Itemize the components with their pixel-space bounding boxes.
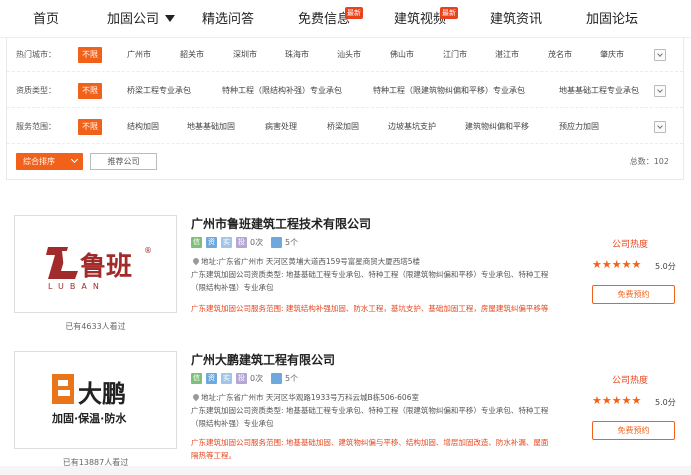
nav-selected-qa[interactable]: 精选问答 [202,0,254,38]
company-address: 地址:广东省广州市 天河区华观路1933号万科云城B栋506-606室 [201,393,419,402]
free-appointment-button[interactable]: 免费预约 [592,285,675,304]
location-pin-icon [191,256,201,266]
company-qualification: 广东建筑加固公司资质类型: 地基基础工程专业承包、特种工程（限建筑物纠偏和平移）… [191,406,549,428]
filter-option-city[interactable]: 湛江市 [495,38,519,72]
filter-option-qualification[interactable]: 桥梁工程专业承包 [127,74,191,108]
company-logo[interactable]: 大鹏 加固·保温·防水 [14,351,177,449]
filter-option-service[interactable]: 预应力加固 [559,110,599,144]
filter-option-service[interactable]: 结构加固 [127,110,159,144]
expand-toggle-icon[interactable] [654,85,666,97]
filter-row-service: 服务范围： 不限 结构加固 地基基础加固 病害处理 桥梁加固 边坡基坑支护 建筑… [7,110,683,144]
rating-score: 5.0分 [655,262,676,271]
company-card: 鲁班 ® LUBAN 已有4633人看过 广州市鲁班建筑工程技术有限公司 信 资… [14,215,680,345]
case-count: 0次 [250,238,264,247]
company-service-scope: 广东建筑加固公司服务范围: 地基基础加固、建筑物纠偏与平移、结构加固、增层加固改… [191,438,549,460]
filter-option-city[interactable]: 佛山市 [390,38,414,72]
registered-mark: ® [144,246,152,255]
company-name-link[interactable]: 广州大鹏建筑工程有限公司 [191,351,335,368]
filter-row-qualification: 资质类型： 不限 桥梁工程专业承包 特种工程（限结构补强）专业承包 特种工程（限… [7,74,683,108]
nav-home[interactable]: 首页 [33,0,59,38]
nav-reinforcement-forum[interactable]: 加固论坛 [586,0,638,38]
nav-reinforcement-companies[interactable]: 加固公司 [107,0,176,38]
project-count: 5个 [285,238,299,247]
luban-logo-icon: 鲁班 ® LUBAN [46,246,152,291]
filter-option-service[interactable]: 边坡基坑支护 [388,110,436,144]
nav-building-news[interactable]: 建筑资讯 [490,0,542,38]
heat-label: 公司热度 [612,376,649,386]
filter-option-unlimited[interactable]: 不限 [78,119,102,135]
new-badge: 最新 [440,7,458,19]
company-card: 大鹏 加固·保温·防水 已有13887人看过 广州大鹏建筑工程有限公司 信 资 … [14,351,680,475]
dapeng-logo-icon: 大鹏 加固·保温·防水 [51,374,127,425]
filter-option-city[interactable]: 肇庆市 [600,38,624,72]
bid-badge: 投 [236,373,247,384]
company-address: 地址:广东省广州市 天河区黄埔大道西159号富星商贸大厦西塔5楼 [201,257,420,266]
filter-option-service[interactable]: 建筑物纠偏和平移 [465,110,529,144]
verified-badge: 实 [221,237,232,248]
filter-option-city[interactable]: 江门市 [443,38,467,72]
logo-subtext: LUBAN [48,282,105,291]
filter-option-city[interactable]: 广州市 [127,38,151,72]
project-icon [271,373,282,384]
filter-row-city: 热门城市： 不限 广州市 韶关市 深圳市 珠海市 汕头市 佛山市 江门市 湛江市… [7,38,683,72]
rating-stars: ★★★★★ [592,258,642,271]
filter-option-service[interactable]: 桥梁加固 [327,110,359,144]
verified-badge: 实 [221,373,232,384]
bid-badge: 投 [236,237,247,248]
chevron-down-icon [165,15,176,22]
company-qualification: 广东建筑加固公司资质类型: 地基基础工程专业承包、特种工程（限建筑物纠偏和平移）… [191,270,549,292]
free-appointment-button[interactable]: 免费预约 [592,421,675,440]
filter-option-service[interactable]: 地基基础加固 [187,110,235,144]
project-icon [271,237,282,248]
page-bottom-bar [0,466,691,475]
filter-option-unlimited[interactable]: 不限 [78,47,102,63]
rating-stars: ★★★★★ [592,394,642,407]
expand-toggle-icon[interactable] [654,49,666,61]
filter-option-service[interactable]: 病害处理 [265,110,297,144]
case-count: 0次 [250,374,264,383]
filter-option-city[interactable]: 韶关市 [180,38,204,72]
nav-building-videos[interactable]: 建筑视频 [394,0,446,38]
view-count: 已有4633人看过 [65,322,126,331]
qualification-badge: 资 [206,237,217,248]
sort-bar: 综合排序 推荐公司 总数：102 [7,145,683,179]
nav-free-info[interactable]: 免费信息 [298,0,350,38]
filter-panel: 热门城市： 不限 广州市 韶关市 深圳市 珠海市 汕头市 佛山市 江门市 湛江市… [6,38,684,180]
sort-comprehensive-button[interactable]: 综合排序 [16,153,83,170]
expand-toggle-icon[interactable] [654,121,666,133]
filter-option-qualification[interactable]: 地基基础工程专业承包 [559,74,639,108]
logo-subtext: 加固·保温·防水 [51,411,127,425]
logo-text: 大鹏 [78,380,126,408]
qualification-badge: 资 [206,373,217,384]
filter-option-city[interactable]: 茂名市 [548,38,572,72]
sort-label: 综合排序 [23,157,55,166]
company-service-scope: 广东建筑加固公司服务范围: 建筑结构补强加固、防水工程，基坑支护、基础加固工程，… [191,304,549,313]
chevron-down-icon [70,155,79,164]
heat-label: 公司热度 [612,240,649,250]
filter-option-qualification[interactable]: 特种工程（限结构补强）专业承包 [222,74,342,108]
rating-score: 5.0分 [655,398,676,407]
top-navigation: 首页 加固公司 精选问答 免费信息 最新 建筑视频 最新 建筑资讯 加固论坛 [0,0,691,38]
project-count: 5个 [285,374,299,383]
nav-label: 加固公司 [107,12,160,27]
total-count: 总数：102 [629,157,669,166]
filter-option-qualification[interactable]: 特种工程（限建筑物纠偏和平移）专业承包 [373,74,525,108]
filter-option-city[interactable]: 深圳市 [233,38,257,72]
logo-text: 鲁班 [80,252,132,282]
location-pin-icon [191,392,201,402]
credit-badge: 信 [191,373,202,384]
filter-option-city[interactable]: 汕头市 [337,38,361,72]
filter-label: 服务范围： [16,122,56,131]
filter-option-city[interactable]: 珠海市 [285,38,309,72]
new-badge: 最新 [345,7,363,19]
company-logo[interactable]: 鲁班 ® LUBAN [14,215,177,313]
company-name-link[interactable]: 广州市鲁班建筑工程技术有限公司 [191,215,371,232]
recommended-companies-button[interactable]: 推荐公司 [90,153,157,170]
credit-badge: 信 [191,237,202,248]
filter-label: 资质类型： [16,86,56,95]
filter-label: 热门城市： [16,50,56,59]
filter-option-unlimited[interactable]: 不限 [78,83,102,99]
